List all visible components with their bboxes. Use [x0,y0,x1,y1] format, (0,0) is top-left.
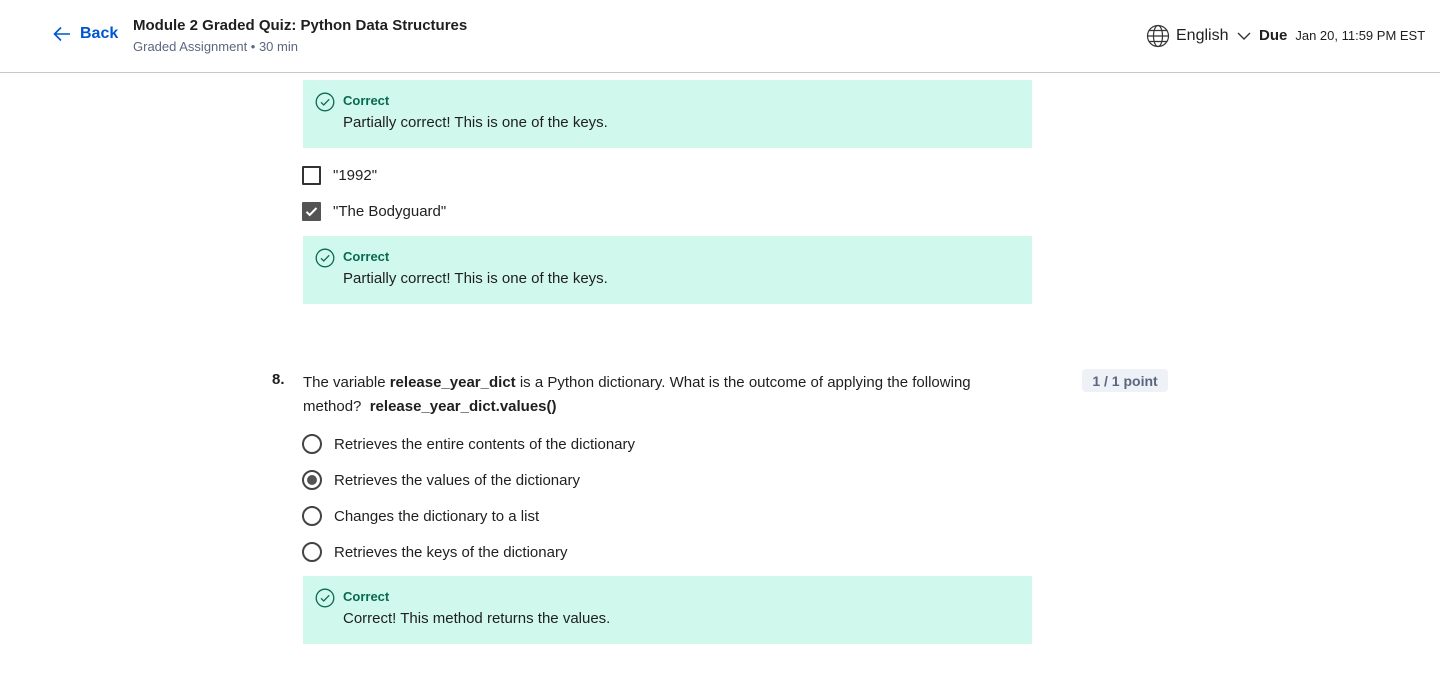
question-code: release_year_dict.values() [369,398,557,415]
page-title: Module 2 Graded Quiz: Python Data Struct… [133,17,468,34]
question-number: 8. [272,371,285,388]
assignment-title-block: Module 2 Graded Quiz: Python Data Struct… [133,17,467,54]
language-label: English [1176,27,1229,44]
question-text: The variable release_year_dict is a Pyth… [303,371,1023,419]
radio-dot [307,475,317,485]
language-selector[interactable]: English [1146,24,1252,48]
checkbox-option[interactable]: "The Bodyguard" [302,202,446,221]
option-label: Retrieves the entire contents of the dic… [334,435,635,453]
option-label: Changes the dictionary to a list [334,507,540,525]
option-label: "The Bodyguard" [333,203,447,220]
checkbox[interactable] [302,166,321,185]
check-circle-icon [315,248,335,268]
feedback-correct: Correct Correct! This method returns the… [303,576,1032,644]
feedback-text: Partially correct! This is one of the ke… [343,270,608,287]
checkbox-option[interactable]: "1992" [302,166,377,185]
radio-button[interactable] [302,434,322,454]
radio-option[interactable]: Retrieves the keys of the dictionary [302,542,567,562]
feedback-title: Correct [343,249,390,264]
due-date: Jan 20, 11:59 PM EST [1295,28,1426,43]
check-circle-icon [315,588,335,608]
arrow-left-icon [53,26,70,42]
radio-option[interactable]: Retrieves the entire contents of the dic… [302,434,635,454]
radio-button[interactable] [302,506,322,526]
feedback-correct: Correct Partially correct! This is one o… [303,80,1032,148]
back-button[interactable]: Back [52,24,118,44]
question-text-pre: The variable [303,374,390,391]
checkmark-icon [305,207,318,217]
checkbox-checked[interactable] [302,202,321,221]
chevron-down-icon [1237,32,1251,40]
feedback-text: Partially correct! This is one of the ke… [343,114,608,131]
radio-option-selected[interactable]: Retrieves the values of the dictionary [302,470,580,490]
question-variable: release_year_dict [389,374,516,391]
feedback-title: Correct [343,589,390,604]
check-circle-icon [315,92,335,112]
due-label: Due [1259,27,1288,44]
due-info: Due Jan 20, 11:59 PM EST [1259,27,1425,44]
feedback-text: Correct! This method returns the values. [343,610,611,627]
back-label: Back [80,25,119,42]
top-header: Back Module 2 Graded Quiz: Python Data S… [0,0,1440,73]
globe-icon [1146,24,1170,48]
page-subtitle: Graded Assignment • 30 min [133,39,298,54]
radio-button[interactable] [302,542,322,562]
option-label: "1992" [333,167,378,184]
points-badge: 1 / 1 point [1082,369,1168,392]
radio-option[interactable]: Changes the dictionary to a list [302,506,539,526]
feedback-correct: Correct Partially correct! This is one o… [303,236,1032,304]
option-label: Retrieves the keys of the dictionary [334,543,568,561]
radio-button-selected[interactable] [302,470,322,490]
feedback-title: Correct [343,93,390,108]
option-label: Retrieves the values of the dictionary [334,471,580,489]
